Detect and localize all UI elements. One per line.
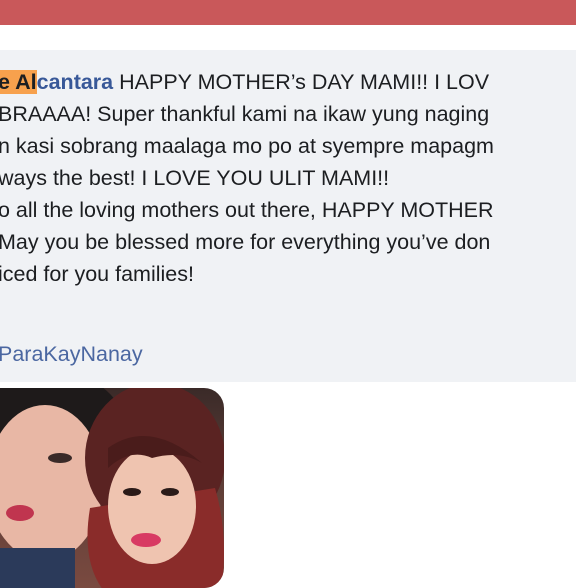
- author-name-link[interactable]: e Alcantara: [0, 70, 113, 94]
- post-photo[interactable]: [0, 388, 224, 588]
- post-line-5: o all the loving mothers out there, HAPP…: [0, 198, 494, 222]
- post-line-2: BRAAAA! Super thankful kami na ikaw yung…: [0, 102, 490, 126]
- post-line-4: ways the best! I LOVE YOU ULIT MAMI!!: [0, 166, 390, 190]
- header-gap: [0, 25, 576, 50]
- photo-illustration: [0, 388, 224, 588]
- author-name-rest: cantara: [36, 70, 114, 94]
- author-name-highlight: e Al: [0, 70, 37, 94]
- top-header-bar: [0, 0, 576, 25]
- post-line-1-text: HAPPY MOTHER’s DAY MAMI!! I LOV: [113, 70, 490, 94]
- post-text: e Alcantara HAPPY MOTHER’s DAY MAMI!! I …: [0, 66, 576, 370]
- post-line-7: iced for you families!: [0, 262, 194, 286]
- post-line-6: May you be blessed more for everything y…: [0, 230, 491, 254]
- hashtag-link[interactable]: ParaKayNanay: [0, 338, 576, 370]
- post-line-3: n kasi sobrang maalaga mo po at syempre …: [0, 134, 494, 158]
- post-line-1: e Alcantara HAPPY MOTHER’s DAY MAMI!! I …: [0, 66, 576, 98]
